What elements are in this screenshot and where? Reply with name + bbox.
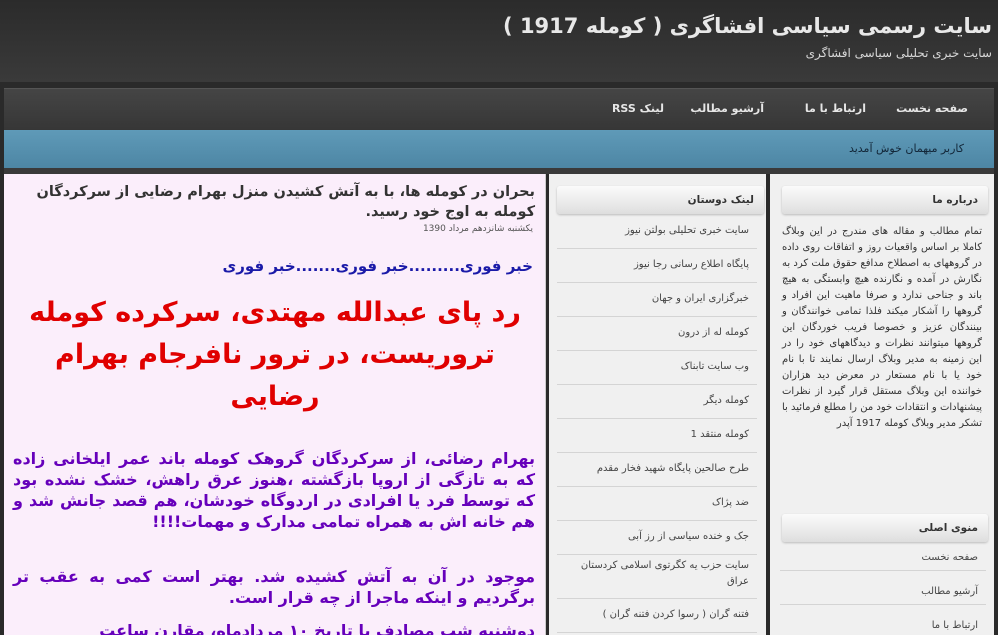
menu-item-text[interactable]: آرشیو مطالب <box>921 586 978 597</box>
friend-link-text[interactable]: خبرگزاری ایران و جهان <box>652 293 749 304</box>
post-paragraph: بهرام رضائی، از سرکردگان گروهک کومله بان… <box>13 449 535 531</box>
post-content: بحران در کومله ها، با به آتش کشیدن منزل … <box>4 174 546 635</box>
friends-links-sidebar: لینک دوستان سایت خبری تحلیلی بولتن نیوز … <box>549 174 766 635</box>
friend-link[interactable]: پایگاه اطلاع رسانی رجا نیوز <box>557 248 757 283</box>
nav-archive[interactable]: آرشیو مطالب <box>690 102 764 115</box>
friends-links-heading-text: لینک دوستان <box>687 194 754 206</box>
about-text: تمام مطالب و مقاله های مندرج در این وبلا… <box>782 226 982 429</box>
friend-link-text[interactable]: سایت حزب یه کگرتوی اسلامی کردستان عراق <box>559 558 749 590</box>
friend-link[interactable]: کومله دیگر <box>557 384 757 419</box>
friends-links-heading: لینک دوستان <box>557 186 764 214</box>
friend-link[interactable]: خبرگزاری ایران و جهان <box>557 282 757 317</box>
menu-item-text[interactable]: ارتباط با ما <box>932 620 978 631</box>
site-header: سایت رسمی سیاسی افشاگری ( کومله 1917 ) س… <box>0 0 998 82</box>
friend-link-text[interactable]: کومله دیگر <box>704 395 749 406</box>
friend-link-text[interactable]: جک و خنده سیاسی از رز آبی <box>628 531 749 542</box>
friend-link[interactable]: فتنه گران ( رسوا کردن فتنه گران ) <box>557 598 757 633</box>
post-paragraph: موجود در آن به آتش کشیده شد. بهتر است کم… <box>13 567 535 607</box>
friend-link-text[interactable]: فتنه گران ( رسوا کردن فتنه گران ) <box>603 609 749 620</box>
friend-link-text[interactable]: طرح صالحین پایگاه شهید فخار مقدم <box>597 463 749 474</box>
menu-item-text[interactable]: صفحه نخست <box>921 552 978 563</box>
friend-link[interactable]: ضد پژاک <box>557 486 757 521</box>
friend-link-text[interactable]: وب سایت تابناک <box>681 361 749 372</box>
main-menu-heading: منوی اصلی <box>782 514 988 542</box>
friend-link[interactable]: طرح صالحین پایگاه شهید فخار مقدم <box>557 452 757 487</box>
about-heading-text: درباره ما <box>932 194 978 206</box>
menu-item-home[interactable]: صفحه نخست <box>780 544 986 571</box>
about-heading: درباره ما <box>782 186 988 214</box>
main-navbar: صفحه نخست ارتباط با ما آرشیو مطالب لینک … <box>4 88 994 131</box>
site-title[interactable]: سایت رسمی سیاسی افشاگری ( کومله 1917 ) <box>503 14 992 38</box>
friend-link-text[interactable]: سایت خبری تحلیلی بولتن نیوز <box>625 225 749 236</box>
main-menu-heading-text: منوی اصلی <box>918 522 978 534</box>
nav-home[interactable]: صفحه نخست <box>896 102 968 115</box>
post-paragraph: دوشنبه شب مصادف با تاریخ ۱۰ مردادماه، مق… <box>99 621 535 635</box>
friend-link[interactable]: سایت خبری تحلیلی بولتن نیوز <box>557 214 757 249</box>
friend-link-text[interactable]: پایگاه اطلاع رسانی رجا نیوز <box>634 259 749 270</box>
post-title[interactable]: بحران در کومله ها، با به آتش کشیدن منزل … <box>15 182 535 222</box>
site-description: سایت خبری تحلیلی سیاسی افشاگری <box>805 46 992 60</box>
menu-item-archive[interactable]: آرشیو مطالب <box>780 578 986 605</box>
right-sidebar: درباره ما تمام مطالب و مقاله های مندرج د… <box>770 174 994 635</box>
friend-link-text[interactable]: ضد پژاک <box>712 497 749 508</box>
friend-link[interactable]: سایت حزب یه کگرتوی اسلامی کردستان عراق <box>557 554 757 599</box>
friend-link-text[interactable]: کومله منتقد 1 <box>691 429 749 440</box>
friend-link[interactable]: جک و خنده سیاسی از رز آبی <box>557 520 757 555</box>
friend-link[interactable]: وب سایت تابناک <box>557 350 757 385</box>
friend-link-text[interactable]: کومله له از درون <box>678 327 749 338</box>
friend-link[interactable]: کومله منتقد 1 <box>557 418 757 453</box>
post-headline: رد پای عبدالله مهتدی، سرکرده کومله تروری… <box>29 297 521 412</box>
nav-rss[interactable]: لینک RSS <box>612 102 664 115</box>
friend-link[interactable]: کومله له از درون <box>557 316 757 351</box>
post-date: یکشنبه شانزدهم مرداد 1390 <box>422 224 533 234</box>
nav-contact[interactable]: ارتباط با ما <box>805 102 866 115</box>
welcome-bar: کاربر میهمان خوش آمدید <box>4 130 994 168</box>
menu-item-contact[interactable]: ارتباط با ما <box>780 612 986 635</box>
welcome-message: کاربر میهمان خوش آمدید <box>848 142 964 155</box>
breaking-news-label: خبر فوری.........خبر فوری.......خبر فوری <box>222 257 533 275</box>
